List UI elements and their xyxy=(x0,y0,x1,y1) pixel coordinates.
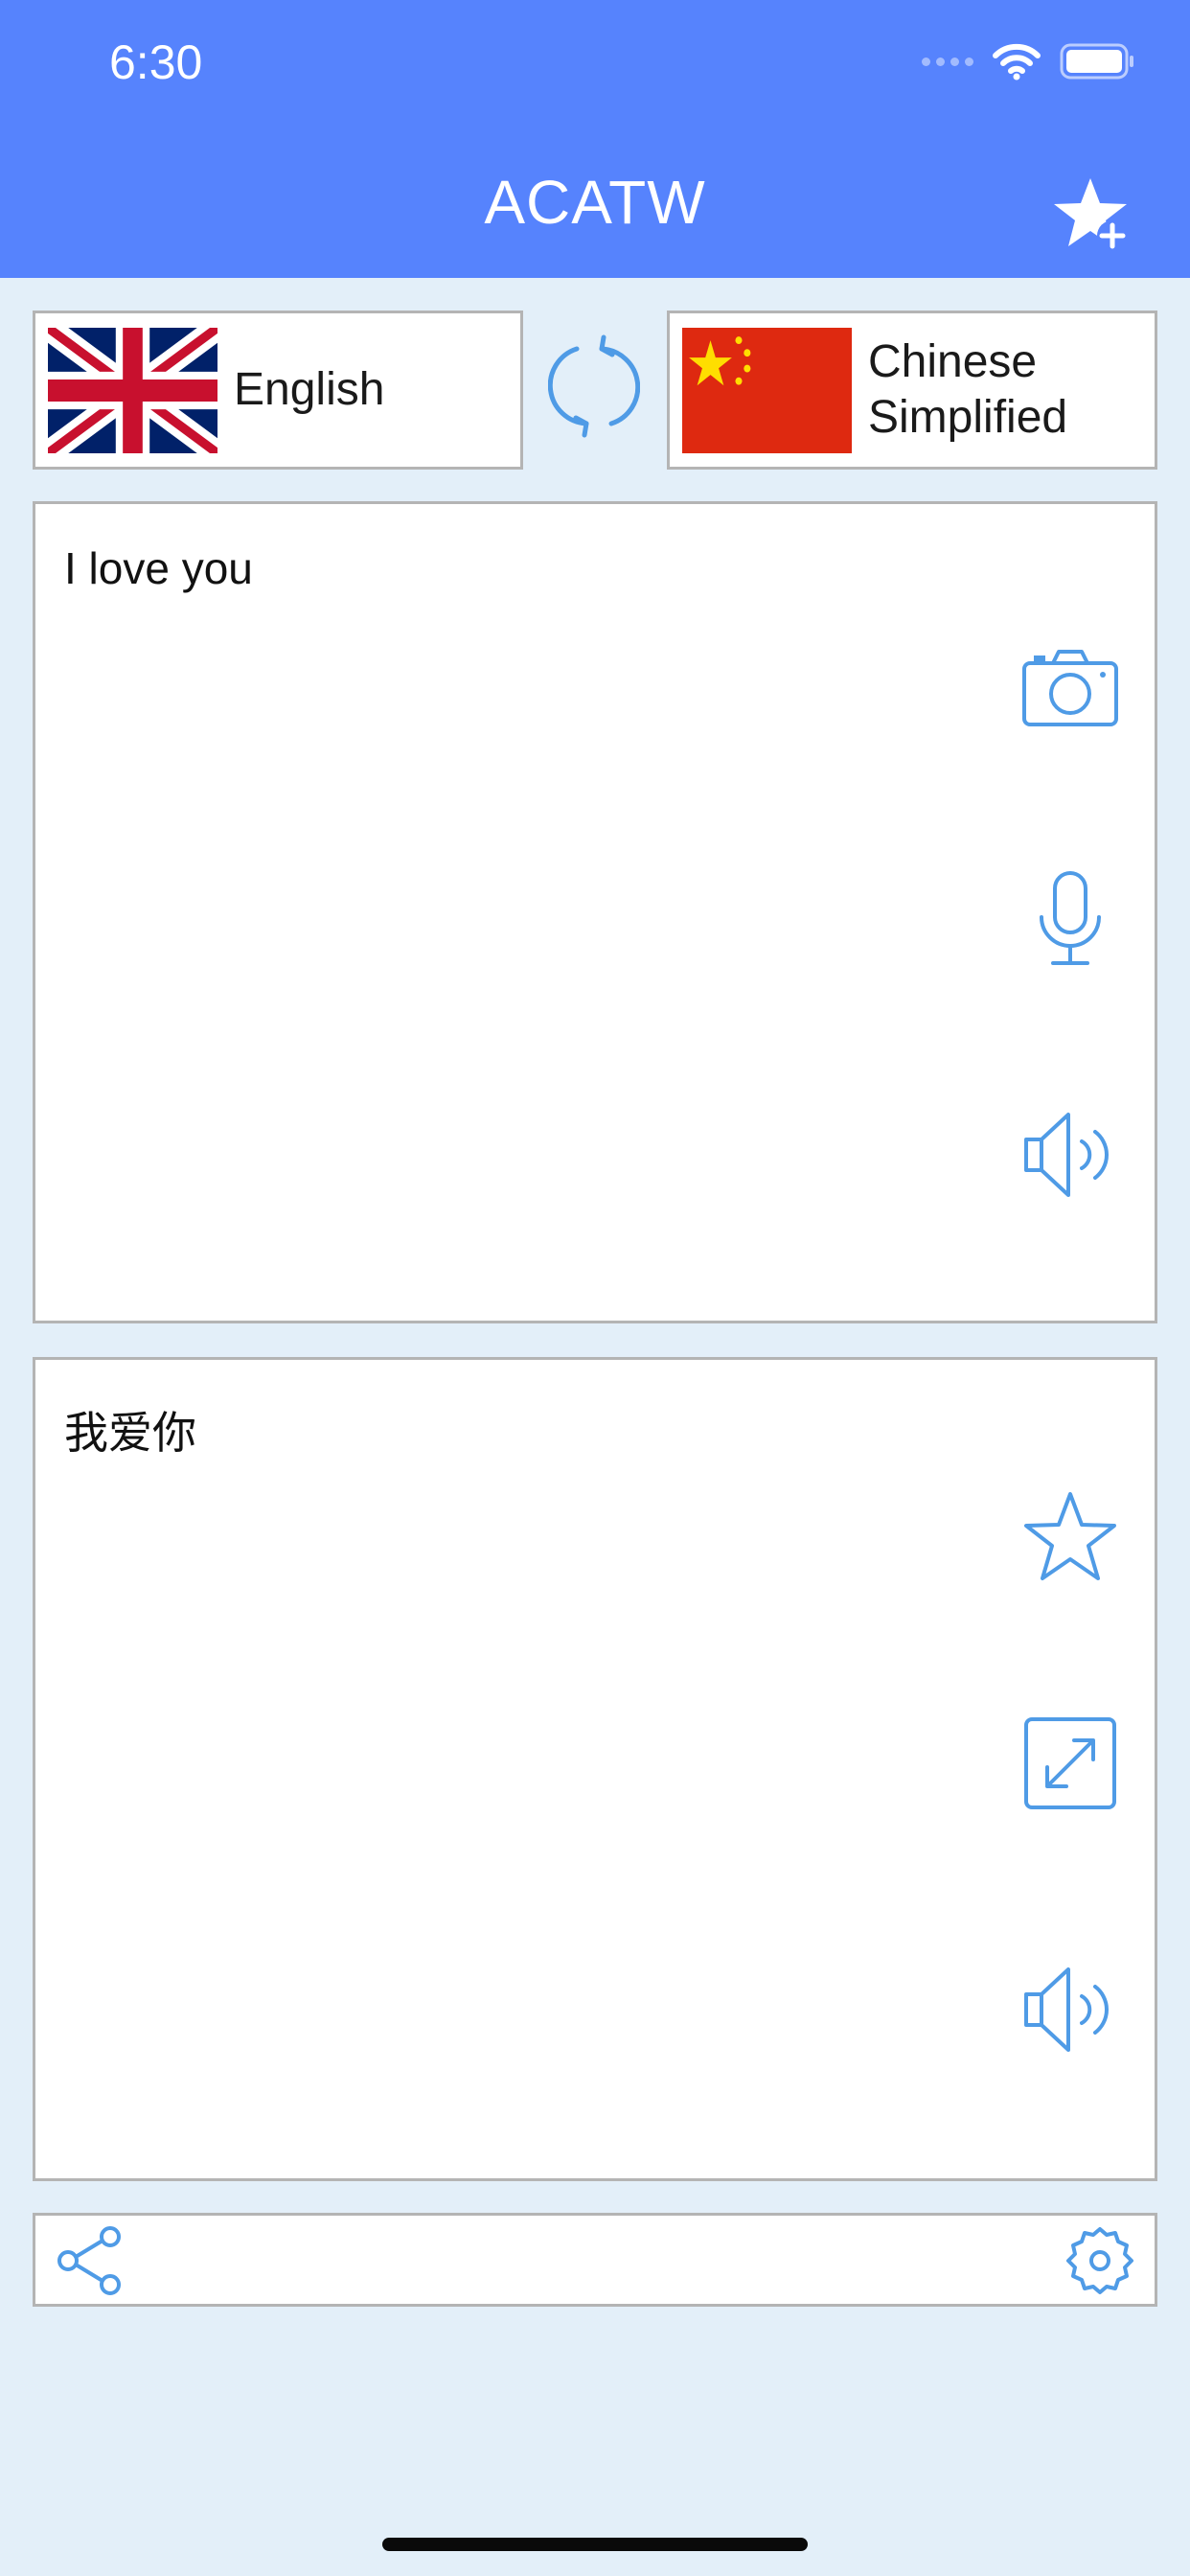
microphone-button[interactable] xyxy=(1020,869,1120,969)
source-text[interactable]: I love you xyxy=(64,542,253,594)
battery-icon xyxy=(1060,43,1133,80)
microphone-icon xyxy=(1040,871,1101,965)
header-bar: 6:30 ACATW xyxy=(0,0,1190,278)
status-time: 6:30 xyxy=(109,35,203,89)
home-indicator[interactable] xyxy=(382,2538,808,2551)
translated-text: 我爱你 xyxy=(64,1408,196,1458)
app-title: ACATW xyxy=(484,168,706,237)
target-language-name-line1: Chinese xyxy=(868,336,1038,387)
star-icon xyxy=(1024,1492,1116,1580)
source-language-selector[interactable]: English xyxy=(33,310,523,470)
translation-speak-button[interactable] xyxy=(1020,1960,1120,2059)
settings-gear-icon xyxy=(1066,2227,1133,2294)
cellular-signal-icon xyxy=(922,57,973,66)
add-favorite-button[interactable] xyxy=(1052,174,1134,257)
source-speak-button[interactable] xyxy=(1020,1105,1120,1205)
camera-icon xyxy=(1022,650,1118,726)
translation-panel[interactable]: 我爱你 xyxy=(33,1357,1157,2181)
source-text-panel[interactable]: I love you xyxy=(33,501,1157,1323)
speaker-icon xyxy=(1024,1113,1109,1197)
target-language-selector[interactable]: Chinese Simplified xyxy=(667,310,1157,470)
settings-button[interactable] xyxy=(1064,2225,1135,2296)
camera-button[interactable] xyxy=(1020,638,1120,738)
bottom-toolbar xyxy=(33,2213,1157,2307)
china-flag xyxy=(682,327,852,453)
swap-languages-button[interactable] xyxy=(548,334,640,439)
share-button[interactable] xyxy=(55,2225,126,2296)
status-icons xyxy=(922,42,1136,80)
wifi-icon xyxy=(993,43,1041,80)
star-plus-icon xyxy=(1054,178,1128,251)
uk-flag xyxy=(48,327,217,453)
target-language-name-line2: Simplified xyxy=(868,392,1068,443)
target-language-name: Chinese Simplified xyxy=(868,334,1067,446)
fullscreen-button[interactable] xyxy=(1020,1714,1120,1813)
swap-arrows-icon xyxy=(548,334,640,438)
share-icon xyxy=(57,2226,121,2295)
speaker-icon xyxy=(1024,1967,1109,2052)
favorite-button[interactable] xyxy=(1020,1488,1120,1588)
expand-icon xyxy=(1024,1717,1116,1809)
source-language-name: English xyxy=(234,364,385,415)
